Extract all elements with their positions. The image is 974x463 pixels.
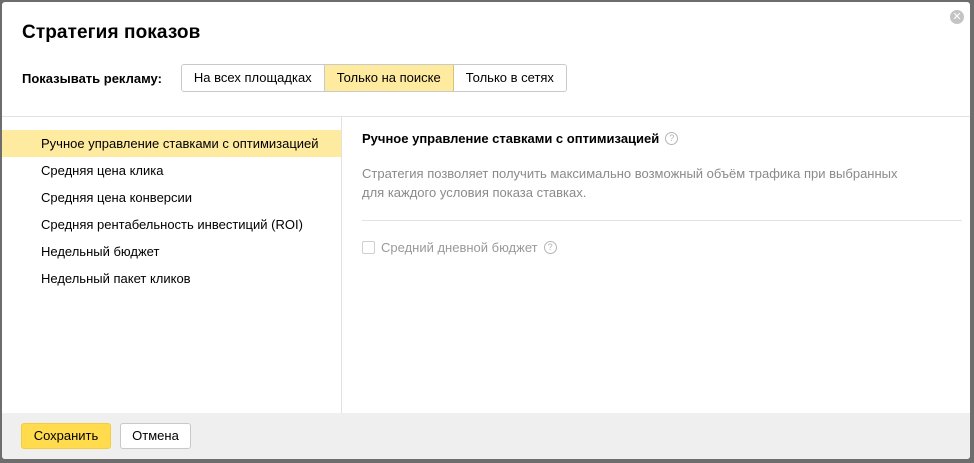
show-ads-label: Показывать рекламу: — [22, 70, 162, 86]
strategy-item-weekly-clicks[interactable]: Недельный пакет кликов — [2, 265, 341, 292]
dialog-title: Стратегия показов — [22, 22, 201, 43]
content-divider — [362, 220, 962, 221]
dialog-footer: Сохранить Отмена — [2, 413, 970, 459]
strategy-item-weekly-budget[interactable]: Недельный бюджет — [2, 238, 341, 265]
strategy-dialog: ✕ Стратегия показов Показывать рекламу: … — [2, 2, 970, 459]
help-icon[interactable]: ? — [665, 132, 679, 145]
show-ads-option-networks[interactable]: Только в сетях — [453, 65, 566, 91]
daily-budget-row: Средний дневной бюджет ? — [362, 240, 962, 255]
strategy-item-manual-optimized[interactable]: Ручное управление ставками с оптимизацие… — [2, 130, 341, 157]
strategy-sidebar: Ручное управление ставками с оптимизацие… — [2, 117, 342, 413]
content-title: Ручное управление ставками с оптимизацие… — [362, 131, 660, 146]
show-ads-option-all[interactable]: На всех площадках — [181, 65, 325, 91]
strategy-list: Ручное управление ставками с оптимизацие… — [2, 130, 341, 292]
strategy-item-roi[interactable]: Средняя рентабельность инвестиций (ROI) — [2, 211, 341, 238]
strategy-description: Стратегия позволяет получить максимально… — [362, 166, 898, 200]
strategy-item-avg-cpc[interactable]: Средняя цена клика — [2, 157, 341, 184]
close-icon[interactable]: ✕ — [950, 10, 964, 24]
daily-budget-label[interactable]: Средний дневной бюджет — [381, 240, 538, 255]
content-title-row: Ручное управление ставками с оптимизацие… — [362, 131, 962, 146]
save-button[interactable]: Сохранить — [21, 423, 111, 449]
cancel-button[interactable]: Отмена — [120, 423, 191, 449]
strategy-content: Ручное управление ставками с оптимизацие… — [362, 117, 962, 255]
daily-budget-checkbox[interactable] — [362, 241, 375, 254]
help-icon[interactable]: ? — [543, 241, 557, 254]
strategy-item-avg-cpa[interactable]: Средняя цена конверсии — [2, 184, 341, 211]
show-ads-option-search[interactable]: Только на поиске — [324, 65, 454, 91]
show-ads-row: Показывать рекламу: На всех площадках То… — [22, 64, 567, 92]
show-ads-segmented-control: На всех площадках Только на поиске Тольк… — [180, 64, 567, 92]
